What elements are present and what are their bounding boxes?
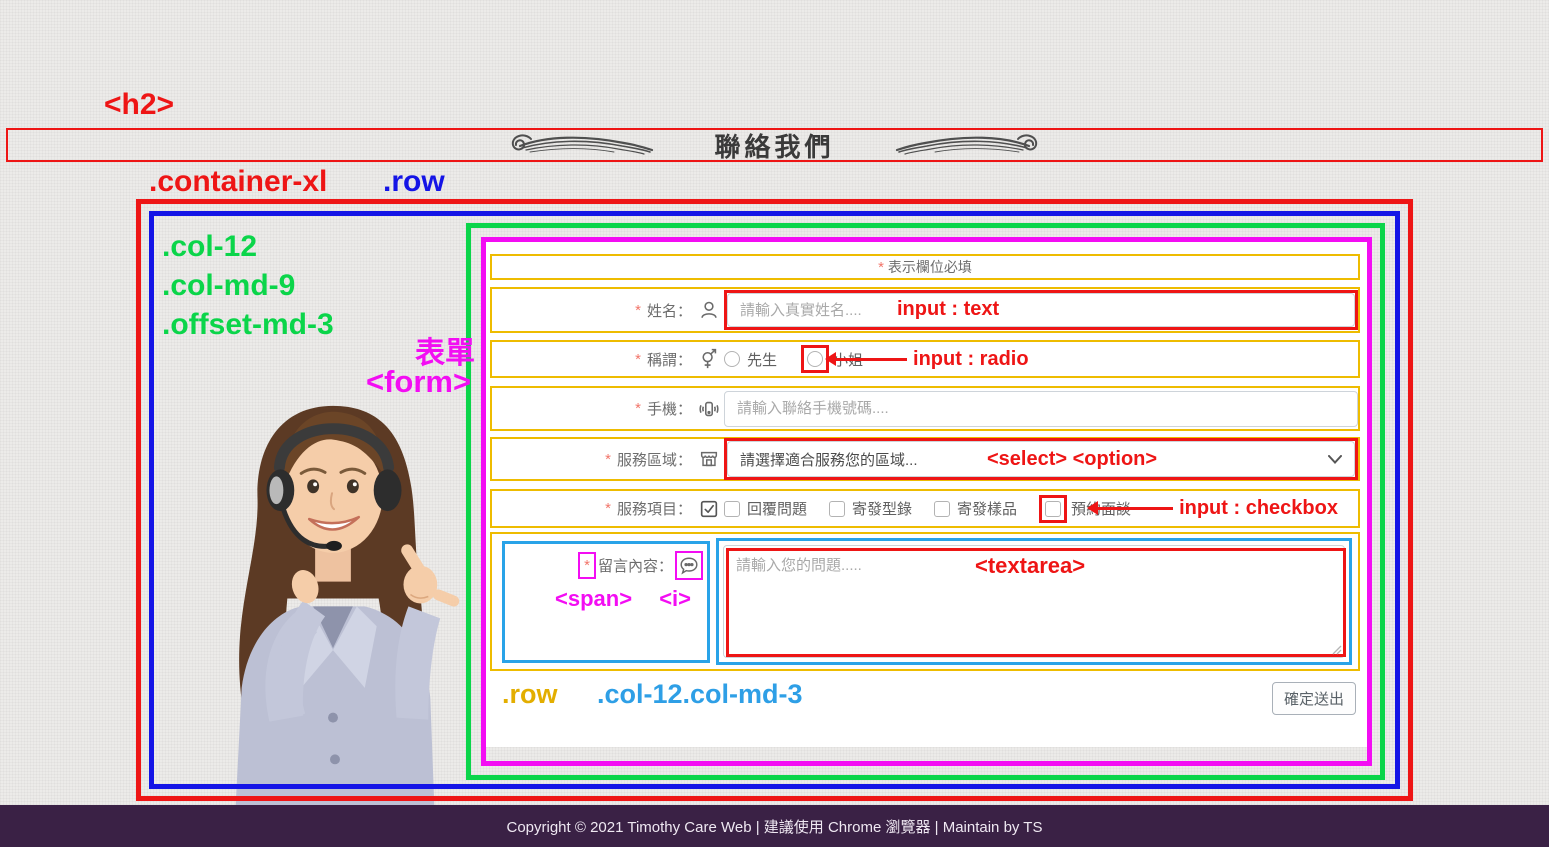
name-field-row: * 姓名： input : text [490, 287, 1360, 333]
annotation-container-xl: .container-xl [149, 165, 327, 199]
message-label-box: * 留言內容： <span> <i> [502, 541, 710, 663]
service-area-field-row: * 服務區域： 請選擇適合服務您的區域... <select> <option> [490, 437, 1360, 481]
select-annotation-box: 請選擇適合服務您的區域... <select> <option> [724, 438, 1358, 480]
checkbox-annotation-box [1039, 495, 1067, 523]
phone-label: * 手機： [492, 398, 720, 420]
service-area-select[interactable]: 請選擇適合服務您的區域... [727, 441, 1355, 477]
checkbox-sample-label: 寄發樣品 [957, 498, 1017, 519]
service-items-required-star: * [605, 500, 611, 517]
annotation-input-checkbox: input : checkbox [1179, 497, 1338, 520]
radio-mr-label: 先生 [747, 349, 777, 370]
support-agent-photo [183, 388, 483, 805]
textarea-container-box: <textarea> [716, 538, 1352, 665]
checkbox-interview[interactable] [1045, 501, 1061, 517]
checked-box-icon [698, 498, 720, 520]
page: { "header": { "title": "聯絡我們" }, "annota… [0, 0, 1549, 847]
page-title: 聯絡我們 [714, 127, 834, 164]
name-label-text: 姓名： [647, 300, 692, 321]
message-required-star: * [584, 557, 590, 574]
checkbox-option-catalog[interactable]: 寄發型錄 [829, 498, 912, 519]
flourish-right-decoration [893, 133, 1043, 157]
person-icon [698, 299, 720, 321]
radio-mr[interactable] [724, 351, 740, 367]
annotation-col-12: .col-12 [162, 230, 257, 264]
phone-input[interactable] [724, 391, 1358, 427]
annotation-offset-md-3: .offset-md-3 [162, 308, 334, 342]
radio-miss[interactable] [807, 351, 823, 367]
annotation-col-12-col-md-3: .col-12.col-md-3 [597, 679, 803, 710]
radio-annotation-arrow [835, 358, 907, 361]
service-area-select-value: 請選擇適合服務您的區域... [740, 449, 918, 470]
required-star: * [878, 259, 884, 276]
checkbox-option-sample[interactable]: 寄發樣品 [934, 498, 1017, 519]
annotation-h2-tag: <h2> [104, 88, 174, 122]
chevron-down-icon [1328, 455, 1342, 464]
name-required-star: * [635, 302, 641, 319]
service-area-label: * 服務區域： [492, 448, 720, 470]
required-note: 表示欄位必填 [888, 259, 972, 275]
salutation-required-star: * [635, 351, 641, 368]
annotation-row-bottom: .row [502, 679, 558, 710]
message-textarea[interactable] [723, 545, 1345, 658]
radio-option-mr[interactable]: 先生 [724, 349, 777, 370]
checkbox-sample[interactable] [934, 501, 950, 517]
phone-required-star: * [635, 400, 641, 417]
checkbox-reply-label: 回覆問題 [747, 498, 807, 519]
annotation-col-md-9: .col-md-9 [162, 269, 295, 303]
salutation-label-text: 稱謂： [647, 349, 692, 370]
name-input-annotation-box: input : text [724, 290, 1358, 330]
annotation-row: .row [383, 165, 445, 199]
copyright-text: Copyright © 2021 Timothy Care Web | 建議使用… [507, 816, 1043, 837]
message-field-row: * 留言內容： <span> <i> <textarea> [490, 532, 1360, 671]
footer: Copyright © 2021 Timothy Care Web | 建議使用… [0, 805, 1549, 847]
annotation-i-tag: <i> [659, 586, 691, 612]
speech-bubble-icon [678, 555, 700, 577]
page-title-band: 聯絡我們 [6, 128, 1543, 162]
service-items-label: * 服務項目： [492, 498, 720, 520]
i-annotation-box [675, 551, 703, 580]
phone-label-text: 手機： [647, 398, 692, 419]
submit-button[interactable]: 確定送出 [1272, 682, 1356, 715]
storefront-icon [698, 448, 720, 470]
phone-field-row: * 手機： [490, 386, 1360, 431]
resize-handle-icon[interactable] [1332, 645, 1342, 655]
salutation-label: * 稱謂： [492, 348, 720, 370]
salutation-field-row: * 稱謂： 先生 小姐 input : radio [490, 340, 1360, 378]
service-items-field-row: * 服務項目： 回覆問題 寄發型錄 寄發樣品 預約面談 input : c [490, 489, 1360, 528]
name-label: * 姓名： [492, 299, 720, 321]
annotation-span-tag: <span> [555, 586, 632, 612]
service-area-label-text: 服務區域： [617, 449, 692, 470]
annotation-form-tag: <form> [366, 364, 471, 400]
checkbox-reply[interactable] [724, 501, 740, 517]
span-annotation-box: * [578, 552, 596, 579]
service-items-label-text: 服務項目： [617, 498, 692, 519]
name-input[interactable] [727, 293, 1355, 327]
checkbox-annotation-arrow [1097, 507, 1173, 510]
required-note-row: * 表示欄位必填 [490, 254, 1360, 280]
mobile-vibrate-icon [698, 398, 720, 420]
checkbox-catalog[interactable] [829, 501, 845, 517]
gender-icon [698, 348, 720, 370]
checkbox-catalog-label: 寄發型錄 [852, 498, 912, 519]
message-label-text: 留言內容： [598, 555, 673, 576]
checkbox-option-reply[interactable]: 回覆問題 [724, 498, 807, 519]
service-area-required-star: * [605, 451, 611, 468]
annotation-input-radio: input : radio [913, 348, 1029, 371]
flourish-left-decoration [506, 133, 656, 157]
